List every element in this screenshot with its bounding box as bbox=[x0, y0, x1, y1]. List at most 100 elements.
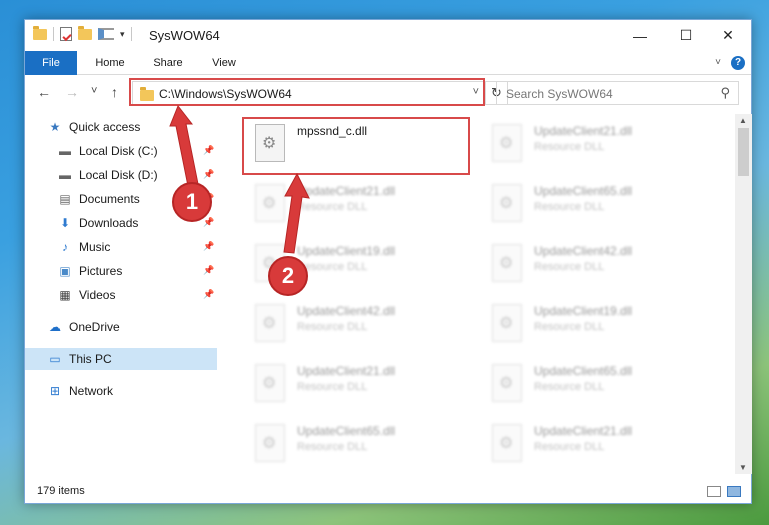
help-icon[interactable]: ? bbox=[731, 56, 745, 70]
file-name: UpdateClient21.dll bbox=[297, 364, 396, 378]
download-icon: ⬇ bbox=[59, 216, 71, 230]
dll-file-icon bbox=[492, 124, 522, 162]
new-folder-icon[interactable] bbox=[78, 25, 92, 40]
file-type: Resource DLL bbox=[534, 441, 605, 453]
pictures-icon: ▣ bbox=[59, 264, 71, 278]
minimize-button[interactable]: — bbox=[617, 20, 663, 51]
quick-access-toolbar: ▾ bbox=[33, 25, 132, 41]
search-input[interactable]: Search SysWOW64 bbox=[506, 87, 613, 101]
dll-file-icon bbox=[492, 424, 522, 462]
file-name: UpdateClient65.dll bbox=[297, 424, 396, 438]
documents-icon: ▤ bbox=[59, 192, 71, 206]
file-name: UpdateClient21.dll bbox=[297, 184, 396, 198]
item-count: 179 items bbox=[37, 485, 85, 497]
sidebar-item-onedrive[interactable]: ☁ OneDrive bbox=[25, 316, 217, 338]
pin-icon: 📌 bbox=[203, 289, 215, 299]
file-name: UpdateClient42.dll bbox=[534, 244, 633, 258]
file-type: Resource DLL bbox=[297, 441, 368, 453]
vertical-scrollbar[interactable]: ▲ ▼ bbox=[735, 114, 752, 474]
toolbar-divider bbox=[53, 27, 54, 41]
dll-file-icon bbox=[255, 364, 285, 402]
network-icon: ⊞ bbox=[49, 384, 61, 398]
view-toggle-icon[interactable] bbox=[98, 28, 114, 40]
file-name: UpdateClient19.dll bbox=[534, 304, 633, 318]
file-type: Resource DLL bbox=[297, 201, 368, 213]
properties-icon[interactable] bbox=[60, 27, 72, 41]
dll-file-icon bbox=[492, 244, 522, 282]
file-item[interactable]: UpdateClient42.dll Resource DLL bbox=[245, 300, 475, 350]
video-icon: ▦ bbox=[59, 288, 71, 302]
tab-view[interactable]: View bbox=[201, 51, 247, 75]
step-2-callout: 2 bbox=[268, 256, 308, 296]
tab-share[interactable]: Share bbox=[143, 51, 193, 75]
details-view-icon[interactable] bbox=[707, 486, 721, 497]
sidebar-item-label: Videos bbox=[79, 288, 116, 302]
dll-file-icon bbox=[255, 424, 285, 462]
back-button[interactable]: ← bbox=[37, 84, 51, 100]
file-type: Resource DLL bbox=[297, 381, 368, 393]
file-item[interactable]: UpdateClient42.dll Resource DLL bbox=[482, 240, 712, 290]
chevron-down-icon[interactable]: ˅ bbox=[715, 57, 721, 68]
file-name: UpdateClient21.dll bbox=[534, 424, 633, 438]
sidebar-item-videos[interactable]: ▦ Videos 📌 bbox=[25, 284, 217, 306]
dll-file-icon bbox=[492, 364, 522, 402]
sidebar-item-this-pc[interactable]: ▭ This PC bbox=[25, 348, 217, 370]
file-type: Resource DLL bbox=[534, 261, 605, 273]
scroll-up-icon[interactable]: ▲ bbox=[739, 116, 747, 125]
file-item[interactable]: UpdateClient19.dll Resource DLL bbox=[482, 300, 712, 350]
file-item[interactable]: UpdateClient21.dll Resource DLL bbox=[245, 360, 475, 410]
file-type: Resource DLL bbox=[534, 141, 605, 153]
sidebar-item-network[interactable]: ⊞ Network bbox=[25, 380, 217, 402]
sidebar-item-label: Quick access bbox=[69, 120, 141, 134]
file-item[interactable]: UpdateClient65.dll Resource DLL bbox=[245, 420, 475, 470]
status-bar: 179 items bbox=[25, 480, 751, 504]
scroll-down-icon[interactable]: ▼ bbox=[739, 463, 747, 472]
sidebar-item-label: Local Disk (C:) bbox=[79, 144, 158, 158]
drive-icon: ▬ bbox=[59, 144, 71, 158]
dll-file-icon bbox=[492, 184, 522, 222]
cloud-icon: ☁ bbox=[49, 320, 61, 334]
sidebar-item-pictures[interactable]: ▣ Pictures 📌 bbox=[25, 260, 217, 282]
pin-icon: 📌 bbox=[203, 241, 215, 251]
scroll-thumb[interactable] bbox=[738, 128, 749, 176]
file-type: Resource DLL bbox=[534, 321, 605, 333]
file-item[interactable]: UpdateClient65.dll Resource DLL bbox=[482, 180, 712, 230]
music-icon: ♪ bbox=[62, 240, 68, 254]
tab-file[interactable]: File bbox=[25, 51, 77, 75]
file-item[interactable]: UpdateClient21.dll Resource DLL bbox=[482, 120, 712, 170]
large-icons-view-icon[interactable] bbox=[727, 486, 741, 497]
up-button[interactable]: ↑ bbox=[111, 84, 118, 100]
file-item[interactable]: UpdateClient21.dll Resource DLL bbox=[245, 180, 475, 230]
recent-locations-button[interactable]: ˅ bbox=[91, 85, 97, 97]
sidebar-item-local-disk-c[interactable]: ▬ Local Disk (C:) 📌 bbox=[25, 140, 217, 162]
file-type: Resource DLL bbox=[297, 321, 368, 333]
tab-home[interactable]: Home bbox=[85, 51, 135, 75]
search-box[interactable]: Search SysWOW64 ⚲ bbox=[496, 81, 739, 105]
sidebar-item-music[interactable]: ♪ Music 📌 bbox=[25, 236, 217, 258]
dll-file-icon bbox=[255, 184, 285, 222]
sidebar-item-label: Pictures bbox=[79, 264, 123, 278]
navigation-pane: ★ Quick access ▬ Local Disk (C:) 📌 ▬ Loc… bbox=[25, 114, 217, 474]
pin-icon: 📌 bbox=[203, 265, 215, 275]
computer-icon: ▭ bbox=[49, 352, 61, 366]
ribbon-tabs: File Home Share View ˅ ? bbox=[25, 51, 751, 75]
file-item[interactable]: UpdateClient21.dll Resource DLL bbox=[482, 420, 712, 470]
file-item[interactable]: UpdateClient65.dll Resource DLL bbox=[482, 360, 712, 410]
close-button[interactable]: ✕ bbox=[705, 20, 751, 51]
customize-toolbar-icon[interactable]: ▾ bbox=[120, 29, 125, 40]
file-name: UpdateClient42.dll bbox=[297, 304, 396, 318]
search-icon: ⚲ bbox=[720, 85, 730, 100]
file-name: UpdateClient19.dll bbox=[297, 244, 396, 258]
file-type: Resource DLL bbox=[534, 201, 605, 213]
sidebar-item-label: Downloads bbox=[79, 216, 139, 230]
file-name: UpdateClient21.dll bbox=[534, 124, 633, 138]
folder-icon[interactable] bbox=[33, 25, 47, 40]
sidebar-item-quick-access[interactable]: ★ Quick access bbox=[25, 116, 217, 138]
forward-button[interactable]: → bbox=[65, 84, 79, 100]
sidebar-item-label: OneDrive bbox=[69, 320, 120, 334]
maximize-button[interactable]: ☐ bbox=[663, 20, 709, 51]
sidebar-item-label: Network bbox=[69, 384, 114, 398]
file-type: Resource DLL bbox=[534, 381, 605, 393]
window-title: SysWOW64 bbox=[149, 28, 220, 43]
address-highlight-box bbox=[129, 78, 485, 106]
